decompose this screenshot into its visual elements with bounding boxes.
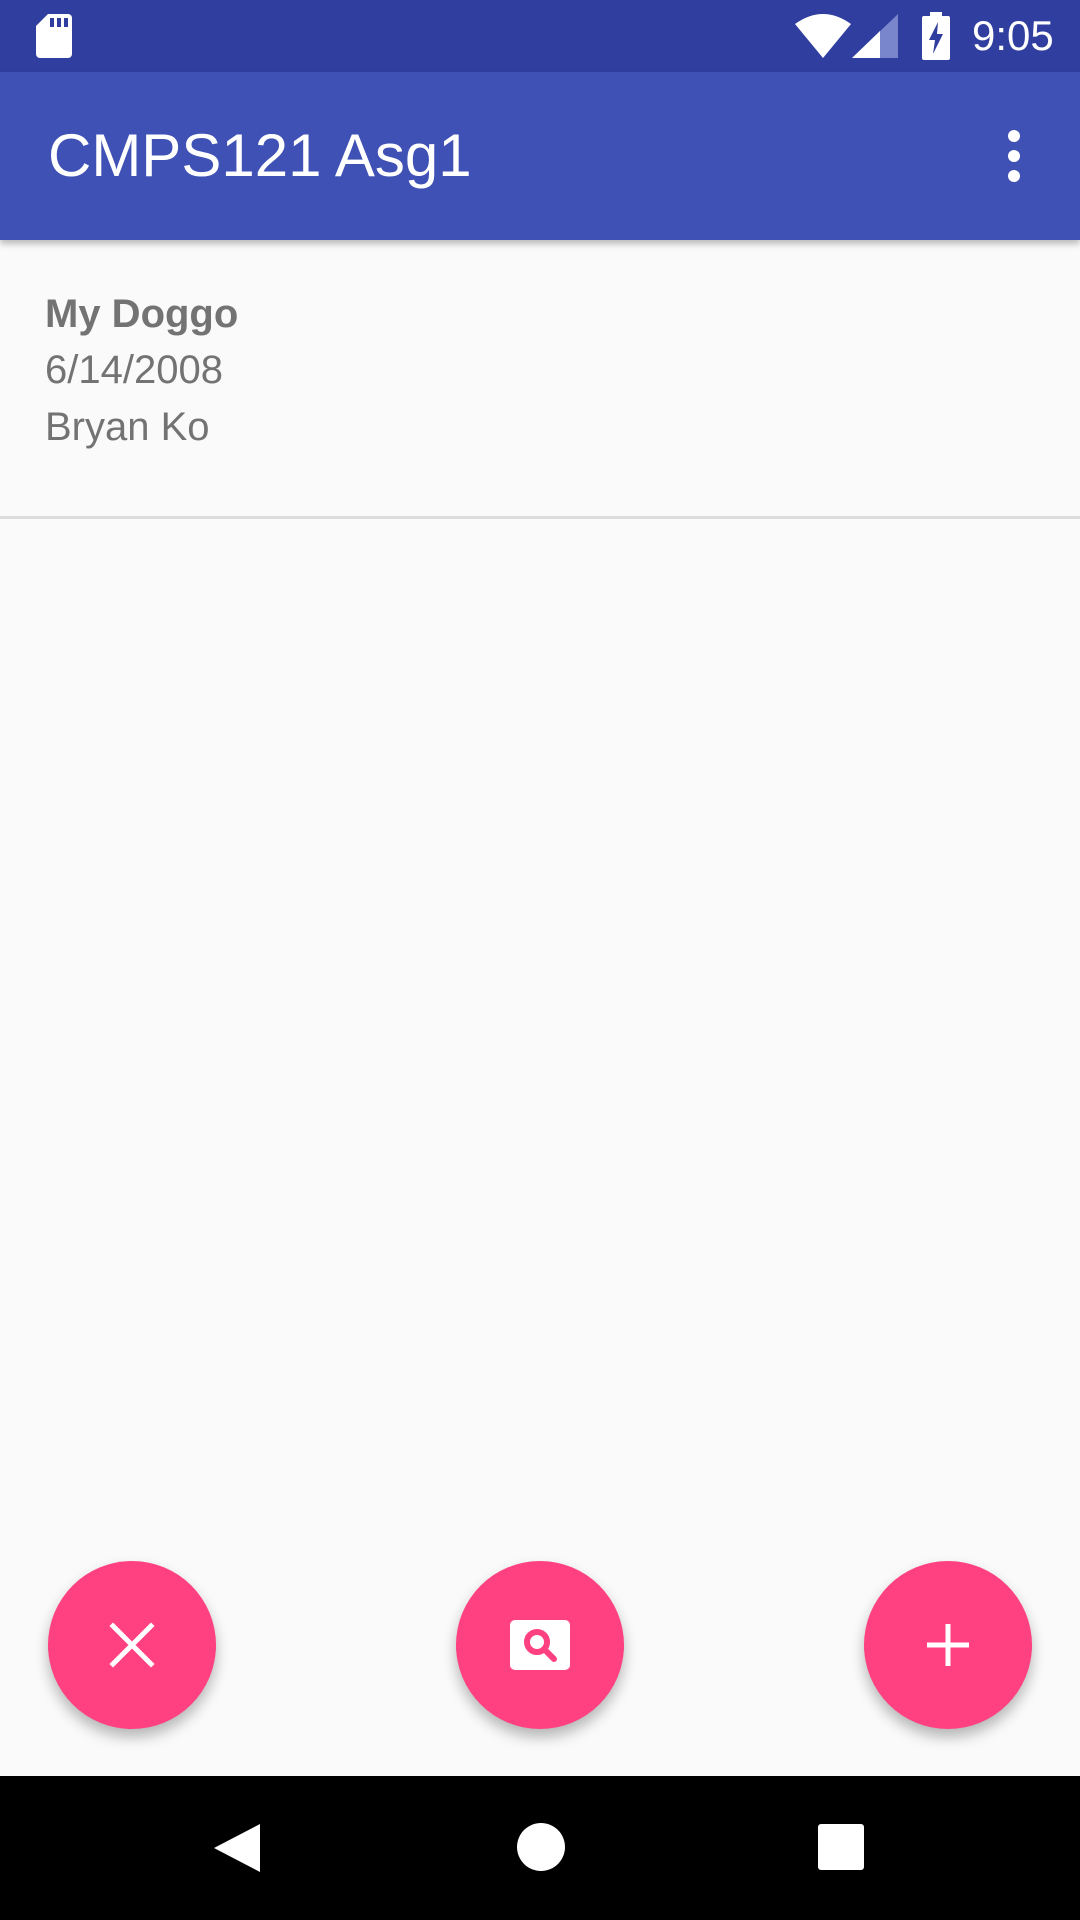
overflow-menu-icon[interactable] <box>992 128 1036 184</box>
search-fab-button[interactable] <box>456 1561 624 1729</box>
close-icon <box>109 1622 155 1668</box>
delete-fab-button[interactable] <box>48 1561 216 1729</box>
add-fab-button[interactable] <box>864 1561 1032 1729</box>
add-icon <box>927 1624 969 1666</box>
recents-icon[interactable] <box>818 1824 864 1870</box>
back-icon[interactable] <box>210 1820 266 1876</box>
item-date: 6/14/2008 <box>45 348 223 392</box>
list-item[interactable]: My Doggo 6/14/2008 Bryan Ko <box>0 240 1080 516</box>
home-icon[interactable] <box>516 1822 566 1872</box>
cell-signal-icon <box>852 14 898 58</box>
list-divider <box>0 516 1080 519</box>
sd-card-icon <box>36 14 72 58</box>
app-bar: CMPS121 Asg1 <box>0 72 1080 240</box>
wifi-icon <box>795 14 851 58</box>
status-time: 9:05 <box>972 12 1054 59</box>
item-author: Bryan Ko <box>45 405 210 449</box>
image-search-icon <box>510 1620 570 1670</box>
battery-charging-icon <box>922 12 950 60</box>
item-title: My Doggo <box>45 292 239 336</box>
status-bar: 9:05 <box>0 0 1080 72</box>
app-title: CMPS121 Asg1 <box>48 122 472 189</box>
navigation-bar <box>0 1776 1080 1920</box>
